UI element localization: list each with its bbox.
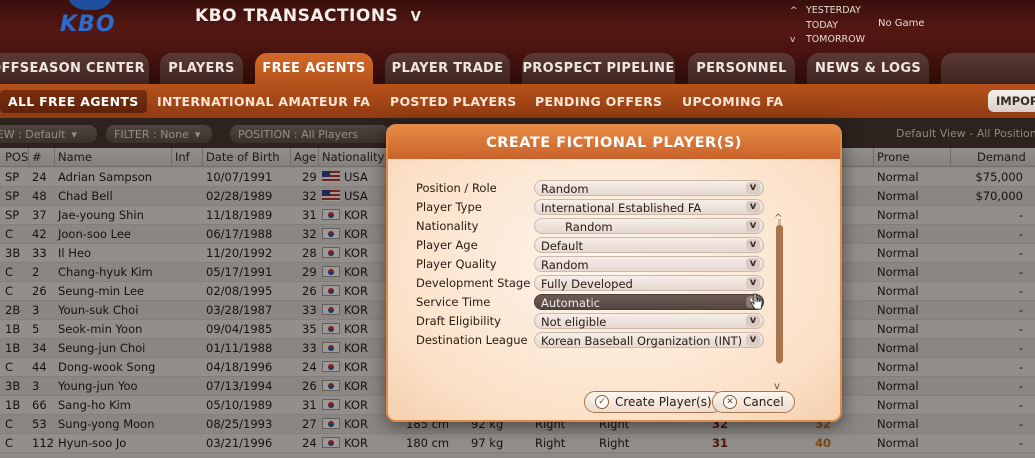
scroll-up-icon[interactable]: ^ xyxy=(774,213,782,224)
subtab-international-amateur-fa[interactable]: INTERNATIONAL AMATEUR FA xyxy=(149,90,378,113)
player-type-select[interactable]: International Established FA v xyxy=(534,199,764,215)
draft-eligibility-select[interactable]: Not eligible v xyxy=(534,313,764,329)
player-type-value: International Established FA xyxy=(541,201,702,215)
chevron-down-icon[interactable]: v xyxy=(746,334,760,346)
destination-league-select[interactable]: Korean Baseball Organization (INT) v xyxy=(534,332,764,348)
arrow-up-icon: ^ xyxy=(790,6,798,16)
dialog-field-row: Development Stage Fully Developed v xyxy=(416,275,766,292)
draft-eligibility-value: Not eligible xyxy=(541,315,607,329)
subtab-posted-players[interactable]: POSTED PLAYERS xyxy=(382,90,525,113)
player-quality-select[interactable]: Random v xyxy=(534,256,764,272)
dialog-field-row: Player Type International Established FA v xyxy=(416,199,766,216)
player-age-select[interactable]: Default v xyxy=(534,237,764,253)
cancel-button[interactable]: ✕ Cancel xyxy=(712,391,795,413)
kbo-logo-mark xyxy=(66,0,114,10)
development-stage-value: Fully Developed xyxy=(541,277,633,291)
chevron-down-icon[interactable]: v xyxy=(746,220,760,232)
date-nav-label: TOMORROW xyxy=(806,34,866,45)
subtab-pending-offers[interactable]: PENDING OFFERS xyxy=(527,90,670,113)
subtab-upcoming-fa[interactable]: UPCOMING FA xyxy=(674,90,791,113)
dialog-field-row: Player Age Default v xyxy=(416,237,766,254)
tab-player-trade[interactable]: PLAYER TRADE xyxy=(385,53,510,84)
cancel-button-label: Cancel xyxy=(743,395,784,409)
date-nav-today[interactable]: TODAY xyxy=(790,19,865,34)
player-quality-value: Random xyxy=(541,258,589,272)
service-time-select[interactable]: Automatic v xyxy=(534,294,764,310)
kbo-logo: KBO xyxy=(60,12,116,37)
create-players-button[interactable]: ✓ Create Player(s) xyxy=(584,391,723,413)
tab-players[interactable]: PLAYERS xyxy=(160,53,243,84)
position-role-value: Random xyxy=(541,182,589,196)
tab-offseason-center[interactable]: OFFSEASON CENTER xyxy=(0,53,149,84)
player-quality-label: Player Quality xyxy=(416,257,497,271)
subtab-all-free-agents[interactable]: ALL FREE AGENTS xyxy=(0,90,147,113)
service-time-value: Automatic xyxy=(541,296,600,310)
scrollbar-thumb[interactable] xyxy=(776,225,783,363)
dialog-title-bar: CREATE FICTIONAL PLAYER(S) xyxy=(388,126,840,159)
dialog-body: Position / Role Random v Player Type Interna… xyxy=(388,159,840,420)
create-players-button-label: Create Player(s) xyxy=(615,395,712,409)
development-stage-select[interactable]: Fully Developed v xyxy=(534,275,764,291)
app-header: KBO KBO TRANSACTIONS V ^ YESTERDAY TODAY… xyxy=(0,0,1035,50)
date-navigation: ^ YESTERDAY TODAY v TOMORROW xyxy=(790,4,865,48)
dialog-field-row: Player Quality Random v xyxy=(416,256,766,273)
chevron-down-icon[interactable]: v xyxy=(746,201,760,213)
sub-tab-bar: ALL FREE AGENTS INTERNATIONAL AMATEUR FA… xyxy=(0,84,1035,118)
mouse-cursor-icon xyxy=(750,293,763,310)
tab-news-logs[interactable]: NEWS & LOGS xyxy=(807,53,929,84)
chevron-down-icon[interactable]: v xyxy=(746,258,760,270)
destination-league-value: Korean Baseball Organization (INT) xyxy=(541,334,743,348)
tab-personnel[interactable]: PERSONNEL xyxy=(688,53,795,84)
position-role-select[interactable]: Random v xyxy=(534,180,764,196)
dialog-field-row: Nationality Random v xyxy=(416,218,766,235)
chevron-down-icon[interactable]: v xyxy=(746,182,760,194)
service-time-label: Service Time xyxy=(416,295,491,309)
date-nav-label: TODAY xyxy=(806,19,838,31)
destination-league-label: Destination League xyxy=(416,333,528,347)
chevron-down-icon[interactable]: v xyxy=(746,277,760,289)
dialog-field-row: Position / Role Random v xyxy=(416,180,766,197)
chevron-down-icon[interactable]: v xyxy=(746,239,760,251)
date-nav-label: YESTERDAY xyxy=(806,5,861,16)
date-nav-yesterday[interactable]: ^ YESTERDAY xyxy=(790,4,865,19)
player-age-label: Player Age xyxy=(416,238,478,252)
tab-free-agents[interactable]: FREE AGENTS xyxy=(255,53,373,84)
main-tab-bar: OFFSEASON CENTER PLAYERS FREE AGENTS PLA… xyxy=(0,50,1035,84)
dialog-title: CREATE FICTIONAL PLAYER(S) xyxy=(486,134,742,151)
development-stage-label: Development Stage xyxy=(416,276,531,290)
date-nav-tomorrow[interactable]: v TOMORROW xyxy=(790,33,865,48)
player-type-label: Player Type xyxy=(416,200,482,214)
dialog-field-row: Draft Eligibility Not eligible v xyxy=(416,313,766,330)
nationality-select[interactable]: Random v xyxy=(534,218,764,234)
page-title[interactable]: KBO TRANSACTIONS V xyxy=(195,6,421,26)
tab-overflow[interactable] xyxy=(941,53,1035,84)
dialog-field-row: Service Time Automatic v xyxy=(416,294,766,311)
today-status: No Game xyxy=(878,18,925,29)
chevron-down-icon[interactable]: v xyxy=(746,315,760,327)
import-button[interactable]: IMPORT xyxy=(988,90,1035,112)
position-role-label: Position / Role xyxy=(416,181,497,195)
nationality-value: Random xyxy=(565,220,613,234)
nationality-label: Nationality xyxy=(416,219,479,233)
arrow-down-icon: v xyxy=(790,35,796,45)
page-title-text: KBO TRANSACTIONS xyxy=(195,6,399,26)
checkmark-icon: ✓ xyxy=(595,395,609,409)
tab-prospect-pipeline[interactable]: PROSPECT PIPELINE xyxy=(522,53,675,84)
player-age-value: Default xyxy=(541,239,584,253)
chevron-down-icon: V xyxy=(410,10,422,25)
create-player-dialog: CREATE FICTIONAL PLAYER(S) Position / Ro… xyxy=(386,124,842,422)
dialog-field-row: Destination League Korean Baseball Organi… xyxy=(416,332,766,349)
date-nav-spacer xyxy=(790,19,800,34)
draft-eligibility-label: Draft Eligibility xyxy=(416,314,501,328)
close-icon: ✕ xyxy=(723,395,737,409)
